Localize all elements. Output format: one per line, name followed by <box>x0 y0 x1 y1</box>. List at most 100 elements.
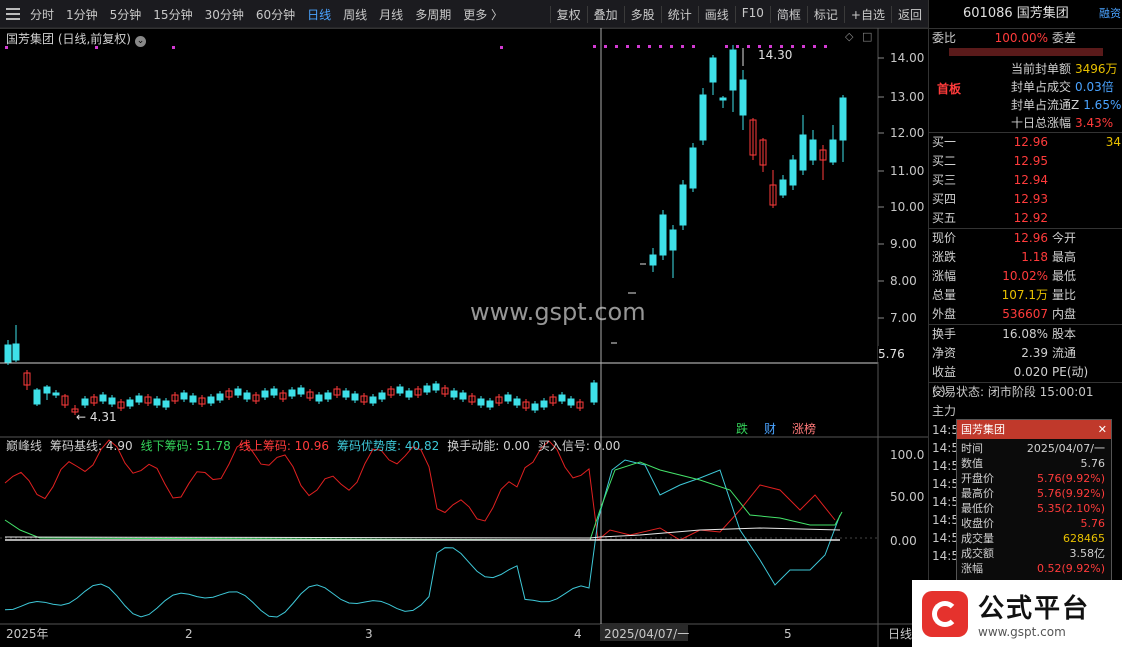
high-marker-label: 14.30 <box>758 48 792 62</box>
candle-body <box>342 390 350 398</box>
tooltip-key: 成交额 <box>961 547 994 560</box>
bid-row[interactable]: 买二 12.95 <box>929 152 1122 171</box>
candle-body <box>180 392 188 400</box>
tooltip-key: 最低价 <box>961 502 994 515</box>
bid-price: 12.96 <box>1013 135 1048 149</box>
seal-value: 1.65% <box>1083 98 1122 112</box>
candle-body <box>207 396 215 404</box>
candle-body <box>679 184 687 226</box>
collapse-bar[interactable] <box>949 48 1103 56</box>
logo-text: 公式平台 <box>978 594 1091 624</box>
chart-canvas[interactable]: 14.30 ← 4.31 14.00 13.00 12.00 11.00 10.00 9.0… <box>0 0 928 647</box>
x-axis-label: 2 <box>185 627 193 641</box>
indicator-value-1: 线下筹码: 51.78 <box>140 439 231 453</box>
bid-label: 买四 <box>932 192 957 206</box>
board-badge: 首板 <box>937 82 962 96</box>
bid-row[interactable]: 买三 12.94 <box>929 171 1122 190</box>
tooltip-row: 数值 5.76 <box>957 456 1111 471</box>
seal-box: 首板 当前封单额 3496万 封单占成交 0.03倍 封单占流通Z 1.65% 十日总涨幅 3… <box>929 56 1122 132</box>
seal-row: 封单占流通Z 1.65% <box>1011 96 1121 114</box>
bid-label: 买一 <box>932 135 957 149</box>
candle-body <box>126 399 134 407</box>
x-axis-label: 日线 <box>888 627 912 641</box>
candle-body <box>829 139 837 163</box>
signal-dot <box>670 45 673 48</box>
quote-label: 总量 <box>932 288 957 302</box>
seal-row: 封单占成交 0.03倍 <box>1011 78 1121 96</box>
x-axis-label: 5 <box>784 627 792 641</box>
quote-label-2: PE(动) <box>1052 365 1089 379</box>
tooltip-value: 5.35(2.10%) <box>1036 502 1105 515</box>
candle-body <box>324 392 332 400</box>
margin-badge: 融资 <box>1099 7 1121 20</box>
signal-dot <box>95 46 98 49</box>
quote-label-2: 流通 <box>1052 346 1077 360</box>
bid-row[interactable]: 买五 12.92 <box>929 209 1122 228</box>
candle-body <box>135 395 143 403</box>
quote-label-2: 股本 <box>1052 327 1077 341</box>
candle-body <box>270 388 278 396</box>
low-marker-label: ← 4.31 <box>76 410 117 424</box>
candle-body <box>477 398 485 406</box>
tooltip-value: 628465 <box>1063 532 1105 545</box>
bid-price: 12.94 <box>1013 173 1048 187</box>
signal-dot <box>725 45 728 48</box>
quote-label: 涨跌 <box>932 250 957 264</box>
signal-dot <box>172 46 175 49</box>
quote-value: 16.08% <box>1002 327 1048 341</box>
stock-header: 601086 国芳集团 融资 <box>929 0 1122 29</box>
tooltip-key: 最高价 <box>961 487 994 500</box>
indicator-y-tick: 50.00 <box>890 490 924 504</box>
signal-dot <box>500 46 503 49</box>
webi-value: 100.00% <box>994 31 1048 45</box>
data-tooltip-window[interactable]: 国芳集团 ✕ 时间 2025/04/07/一 数值 5.76 开盘价 5.76(9.92%… <box>956 419 1112 591</box>
bid-row[interactable]: 买一 12.96 34 <box>929 133 1122 152</box>
x-axis-label: 2025/04/07/一 <box>604 627 689 641</box>
tooltip-row: 开盘价 5.76(9.92%) <box>957 471 1111 486</box>
candle-body <box>423 385 431 393</box>
candle-body <box>52 392 60 396</box>
candle-body <box>779 179 787 196</box>
candlestick-series: 14.30 ← 4.31 <box>4 45 847 424</box>
candle-body <box>261 390 269 398</box>
tooltip-value: 0.52(9.92%) <box>1036 562 1105 575</box>
fund-table: 换手 16.08% 股本 净资 2.39 流通 收益(-) 0.020 PE(动) <box>929 324 1122 398</box>
seal-label: 十日总涨幅 <box>1011 116 1072 130</box>
event-label: 涨榜 <box>792 421 816 436</box>
candle-body <box>486 400 494 408</box>
y-tick-label: 7.00 <box>890 311 917 325</box>
candle-body <box>216 393 224 401</box>
bid-label: 买二 <box>932 154 957 168</box>
indicator-series <box>4 439 843 618</box>
signal-dot <box>769 45 772 48</box>
quote-value: 1.18 <box>1021 250 1048 264</box>
indicator-value-0: 筹码基线: 4.90 <box>50 439 133 453</box>
seal-value: 3496万 <box>1075 62 1118 76</box>
candle-body <box>243 392 251 400</box>
candle-body <box>99 394 107 402</box>
signal-dot <box>791 45 794 48</box>
x-axis-label: 3 <box>365 627 373 641</box>
indicator-value-4: 换手动能: 0.00 <box>447 439 530 453</box>
tooltip-row: 收盘价 5.76 <box>957 516 1111 531</box>
signal-dot <box>736 45 739 48</box>
y-tick-label: 8.00 <box>890 274 917 288</box>
tooltip-value: 5.76(9.92%) <box>1036 472 1105 485</box>
signal-dot <box>593 45 596 48</box>
x-axis-label: 4 <box>574 627 582 641</box>
bid-row[interactable]: 买四 12.93 <box>929 190 1122 209</box>
bid-price: 12.93 <box>1013 192 1048 206</box>
candle-body <box>351 393 359 401</box>
close-icon[interactable]: ✕ <box>1098 420 1107 439</box>
quote-label-2: 内盘 <box>1052 307 1077 321</box>
weicha-label: 委差 <box>1052 31 1077 45</box>
tooltip-row: 成交量 628465 <box>957 531 1111 546</box>
y-tick-label: 9.00 <box>890 237 917 251</box>
seal-label: 当前封单额 <box>1011 62 1072 76</box>
quote-row: 外盘 536607 内盘 <box>929 305 1122 324</box>
signal-dot <box>824 45 827 48</box>
tooltip-row: 最高价 5.76(9.92%) <box>957 486 1111 501</box>
candle-body <box>504 394 512 402</box>
seal-value: 0.03倍 <box>1075 80 1114 94</box>
y-tick-label: 14.00 <box>890 51 924 65</box>
